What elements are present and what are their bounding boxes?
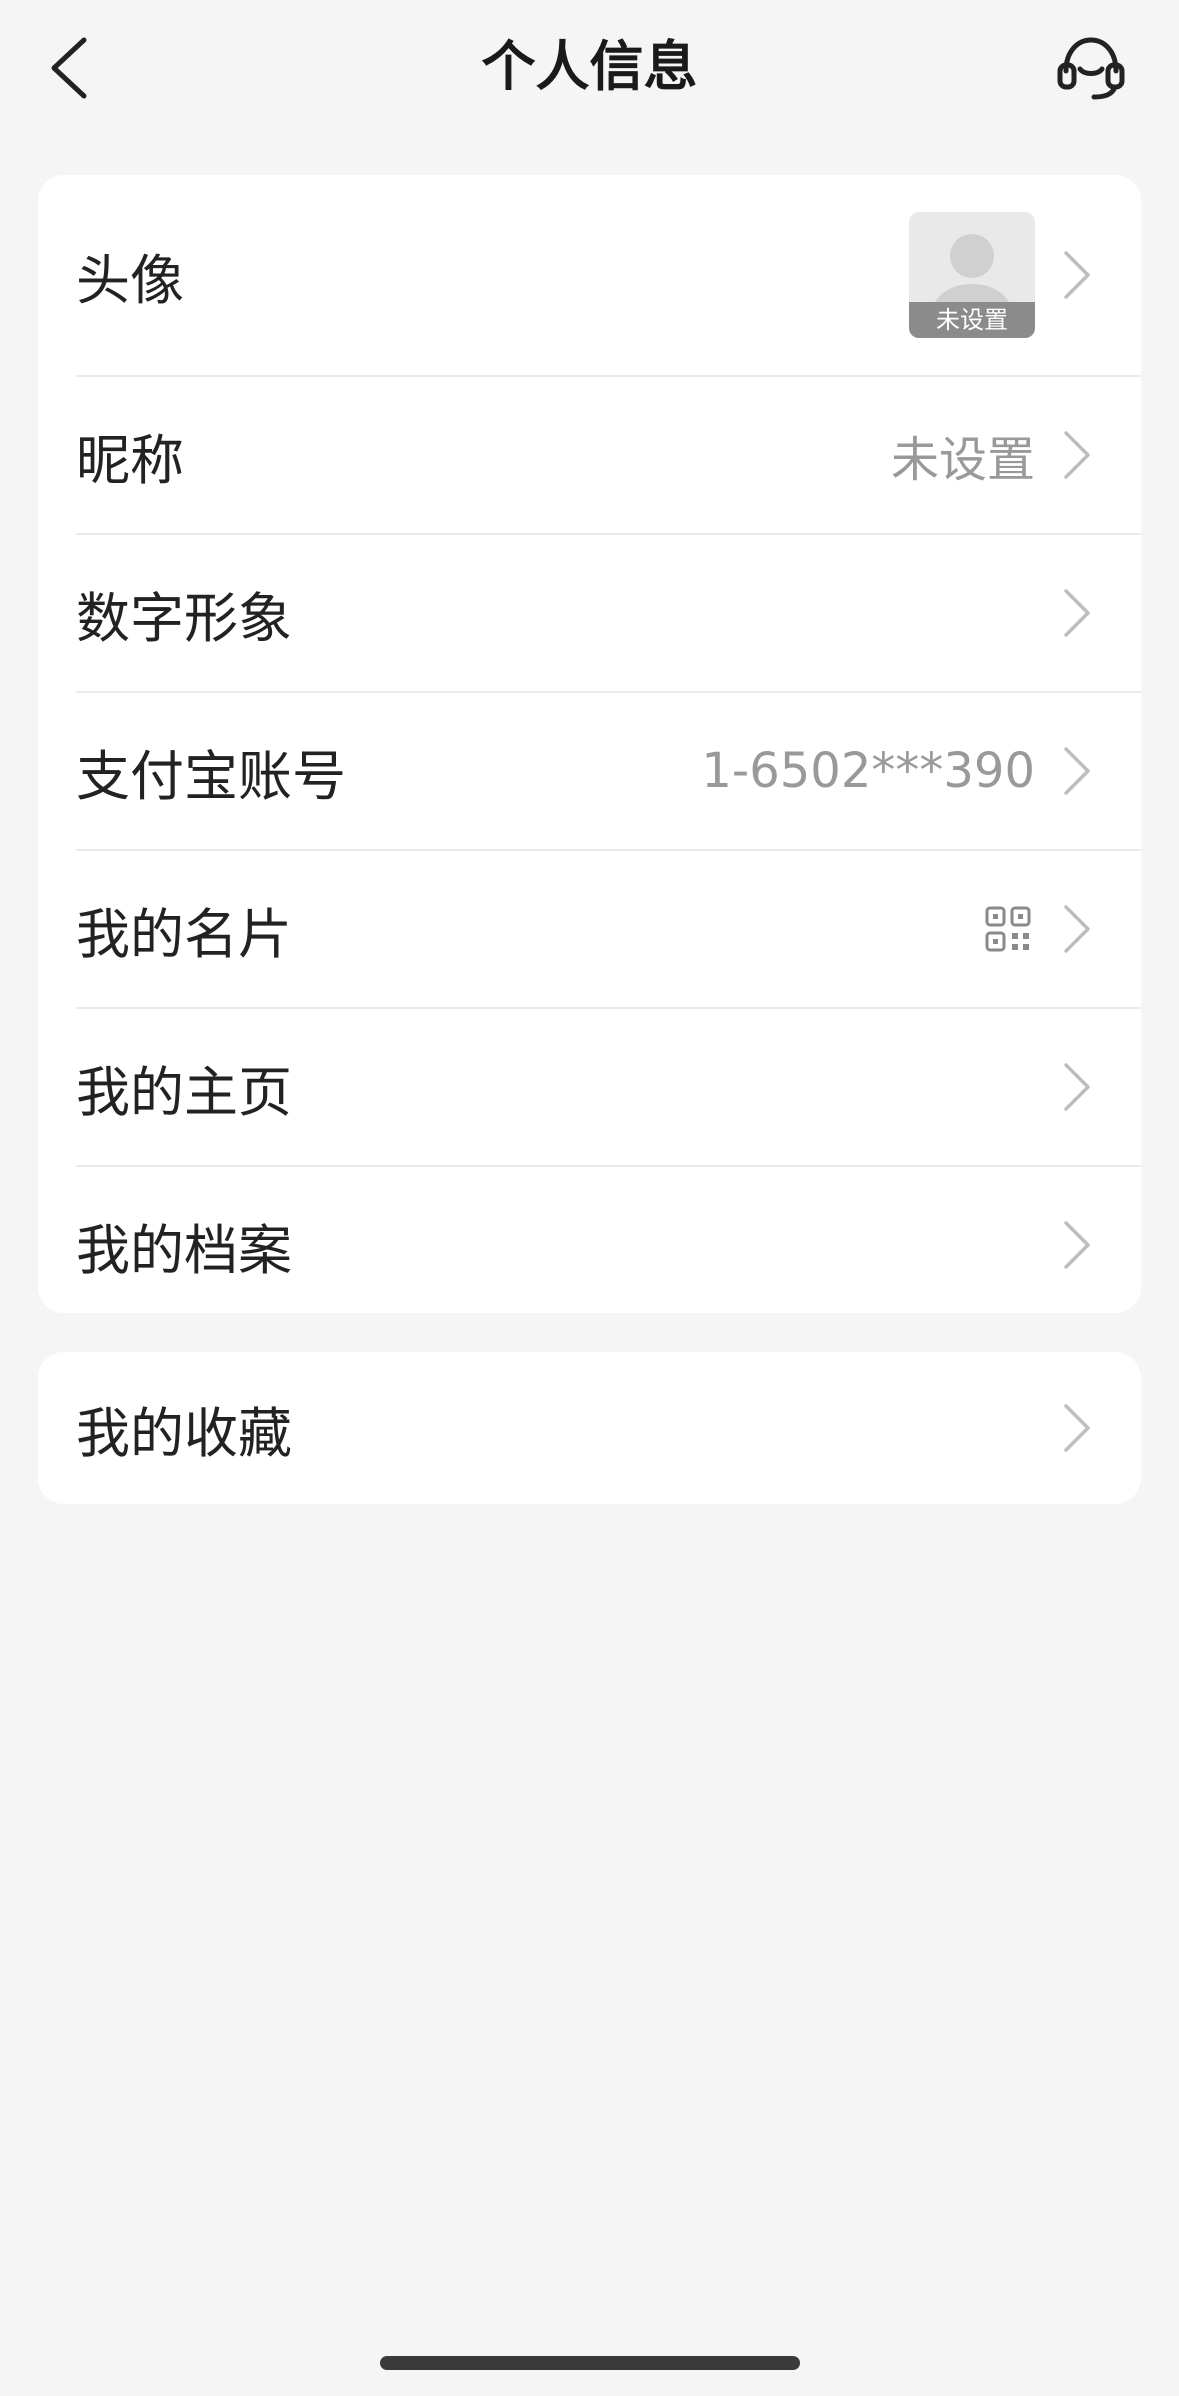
row-business-card[interactable]: 我的名片 — [76, 851, 1141, 1009]
row-avatar[interactable]: 头像 未设置 — [76, 175, 1141, 377]
favorites-card: 我的收藏 — [38, 1352, 1141, 1504]
row-label: 我的档案 — [76, 1218, 292, 1282]
row-homepage[interactable]: 我的主页 — [76, 1009, 1141, 1167]
profile-card: 头像 未设置 昵称 未设置 数字形象 支付宝账号 1-6502***390 我的… — [38, 175, 1141, 1313]
chevron-right-icon — [1057, 245, 1097, 305]
row-profile-archive[interactable]: 我的档案 — [76, 1167, 1141, 1313]
chevron-right-icon — [1057, 583, 1097, 643]
row-label: 头像 — [76, 248, 184, 312]
row-label: 我的名片 — [76, 902, 292, 966]
customer-service-button[interactable] — [1051, 30, 1131, 106]
row-nickname[interactable]: 昵称 未设置 — [76, 377, 1141, 535]
nav-header: 个人信息 — [0, 0, 1179, 134]
nickname-value: 未设置 — [890, 432, 1035, 488]
row-digital-avatar[interactable]: 数字形象 — [76, 535, 1141, 693]
chevron-right-icon — [1057, 741, 1097, 801]
chevron-right-icon — [1057, 425, 1097, 485]
chevron-right-icon — [1057, 899, 1097, 959]
chevron-right-icon — [1057, 1398, 1097, 1458]
account-value: 1-6502***390 — [701, 743, 1035, 799]
avatar[interactable]: 未设置 — [909, 212, 1035, 338]
row-label: 支付宝账号 — [76, 744, 346, 808]
row-label: 数字形象 — [76, 586, 292, 650]
home-indicator[interactable] — [380, 2356, 800, 2370]
chevron-right-icon — [1057, 1215, 1097, 1275]
chevron-right-icon — [1057, 1057, 1097, 1117]
row-label: 昵称 — [76, 428, 184, 492]
page-title: 个人信息 — [481, 35, 698, 98]
row-label: 我的收藏 — [76, 1401, 292, 1465]
avatar-status-badge: 未设置 — [909, 302, 1035, 338]
row-label: 我的主页 — [76, 1060, 292, 1124]
row-favorites[interactable]: 我的收藏 — [76, 1352, 1141, 1504]
qr-code-icon — [985, 906, 1031, 952]
row-alipay-account[interactable]: 支付宝账号 1-6502***390 — [76, 693, 1141, 851]
headset-icon — [1057, 37, 1125, 100]
